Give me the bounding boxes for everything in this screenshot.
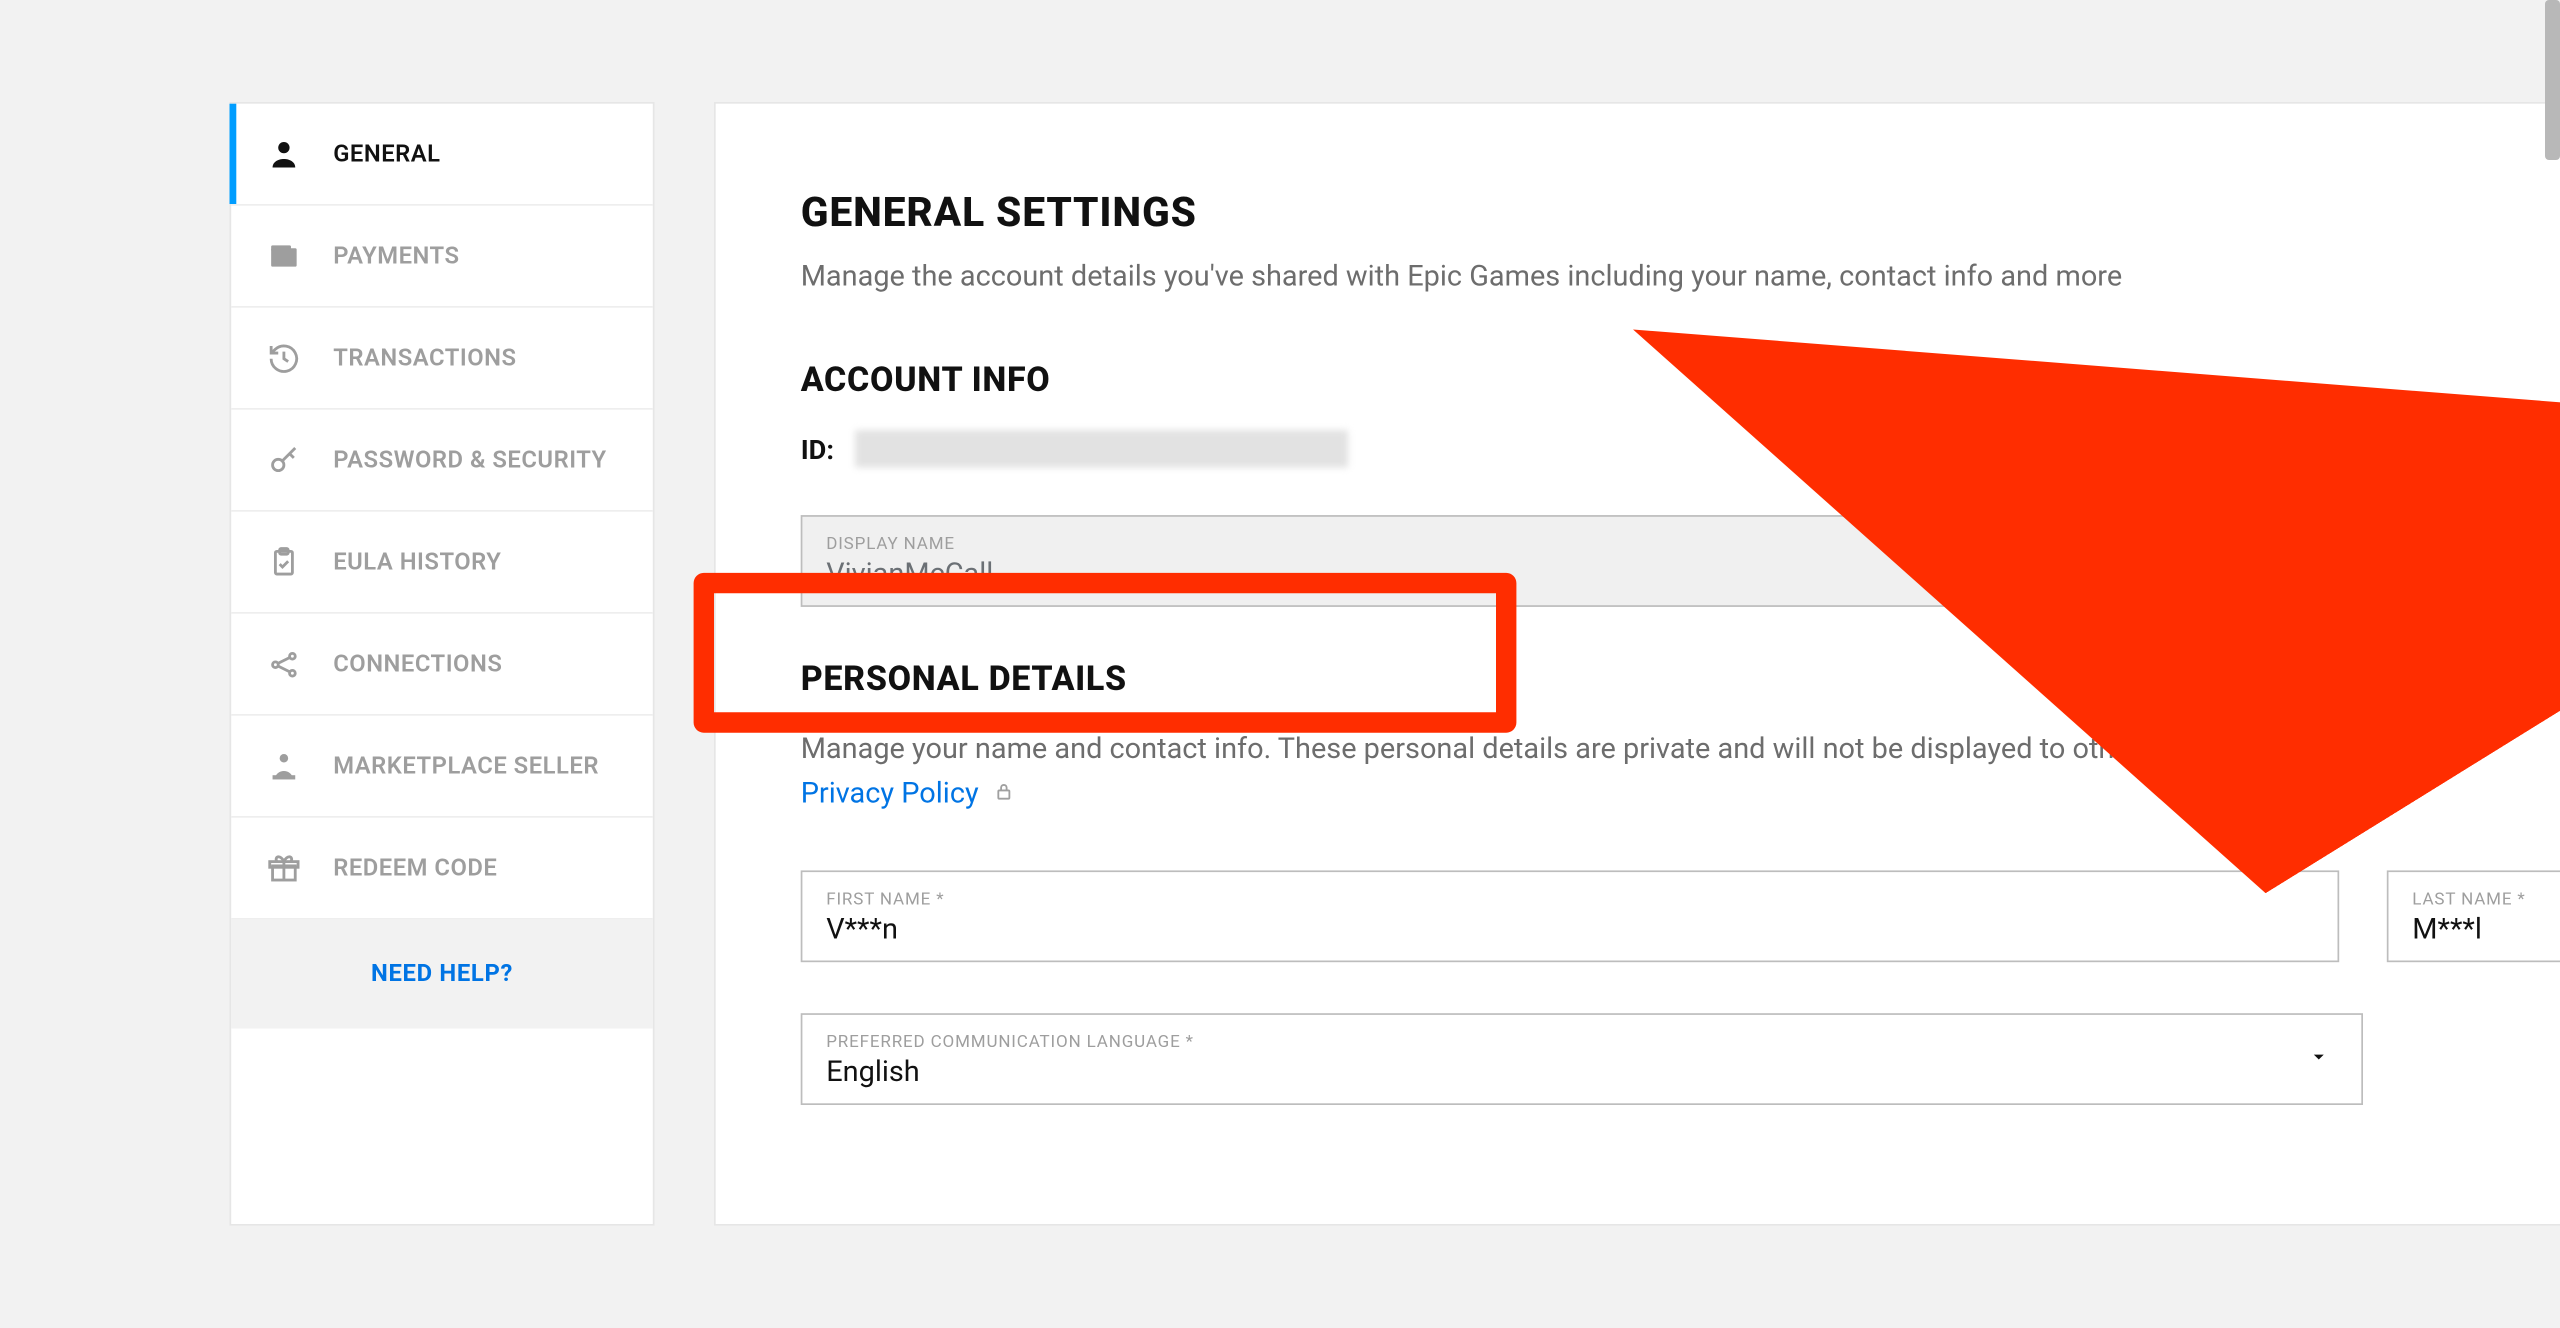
sidebar-item-label: TRANSACTIONS — [333, 344, 516, 371]
language-label: PREFERRED COMMUNICATION LANGUAGE * — [826, 1033, 2337, 1052]
account-id-row: ID: — [801, 430, 2560, 467]
sidebar-item-label: GENERAL — [333, 140, 440, 167]
history-icon — [265, 339, 302, 376]
person-icon — [265, 135, 302, 172]
id-label: ID: — [801, 433, 834, 465]
content-panel: GENERAL SETTINGS Manage the account deta… — [714, 102, 2560, 1226]
annotation-highlight-box — [694, 573, 1517, 733]
share-icon — [265, 645, 302, 682]
pencil-icon — [2276, 541, 2310, 580]
scrollbar[interactable] — [2545, 0, 2560, 160]
wallet-icon — [265, 237, 302, 274]
page-subtitle: Manage the account details you've shared… — [801, 260, 2560, 294]
key-icon — [265, 441, 302, 478]
sidebar: GENERAL PAYMENTS TRANSACTIONS PASSWORD &… — [230, 102, 655, 1226]
display-name-label: DISPLAY NAME — [826, 535, 2201, 554]
first-name-value: V***n — [826, 912, 2314, 946]
lock-icon — [993, 781, 1015, 808]
email-group: EMAIL ADDRESS m***l@gmail.com — [2387, 515, 2560, 607]
sidebar-item-label: REDEEM CODE — [333, 854, 497, 881]
sidebar-item-label: EULA HISTORY — [333, 548, 501, 575]
sidebar-item-redeem-code[interactable]: REDEEM CODE — [231, 818, 653, 920]
sidebar-item-label: PAYMENTS — [333, 242, 459, 269]
sidebar-item-password-security[interactable]: PASSWORD & SECURITY — [231, 410, 653, 512]
personal-details-desc: Manage your name and contact info. These… — [801, 729, 2560, 816]
email-label: EMAIL ADDRESS — [2412, 535, 2560, 554]
chevron-down-icon — [2307, 1043, 2331, 1075]
language-select[interactable]: PREFERRED COMMUNICATION LANGUAGE * Engli… — [801, 1013, 2363, 1105]
first-name-field[interactable]: FIRST NAME * V***n — [801, 870, 2340, 962]
account-info-heading: ACCOUNT INFO — [801, 359, 2560, 400]
need-help-link[interactable]: NEED HELP? — [231, 920, 653, 1029]
last-name-value: M***l — [2412, 912, 2560, 946]
last-name-field[interactable]: LAST NAME * M***l — [2387, 870, 2560, 962]
sidebar-item-label: PASSWORD & SECURITY — [333, 446, 606, 473]
sidebar-item-eula-history[interactable]: EULA HISTORY — [231, 512, 653, 614]
gift-icon — [265, 849, 302, 886]
sidebar-item-general[interactable]: GENERAL — [231, 104, 653, 206]
first-name-label: FIRST NAME * — [826, 890, 2314, 909]
edit-display-name-button[interactable] — [2247, 515, 2339, 607]
page-title: GENERAL SETTINGS — [801, 189, 2560, 237]
privacy-policy-link[interactable]: Privacy Policy — [801, 776, 979, 810]
language-value: English — [826, 1055, 2337, 1089]
last-name-label: LAST NAME * — [2412, 890, 2560, 909]
sidebar-item-label: MARKETPLACE SELLER — [333, 752, 599, 779]
sidebar-item-connections[interactable]: CONNECTIONS — [231, 614, 653, 716]
clipboard-icon — [265, 543, 302, 580]
sidebar-item-payments[interactable]: PAYMENTS — [231, 206, 653, 308]
seller-icon — [265, 747, 302, 784]
sidebar-item-marketplace-seller[interactable]: MARKETPLACE SELLER — [231, 716, 653, 818]
email-value: m***l@gmail.com — [2412, 557, 2560, 591]
id-value-redacted — [854, 430, 1347, 467]
email-field: EMAIL ADDRESS m***l@gmail.com — [2387, 515, 2560, 607]
sidebar-item-label: CONNECTIONS — [333, 650, 502, 677]
sidebar-item-transactions[interactable]: TRANSACTIONS — [231, 308, 653, 410]
